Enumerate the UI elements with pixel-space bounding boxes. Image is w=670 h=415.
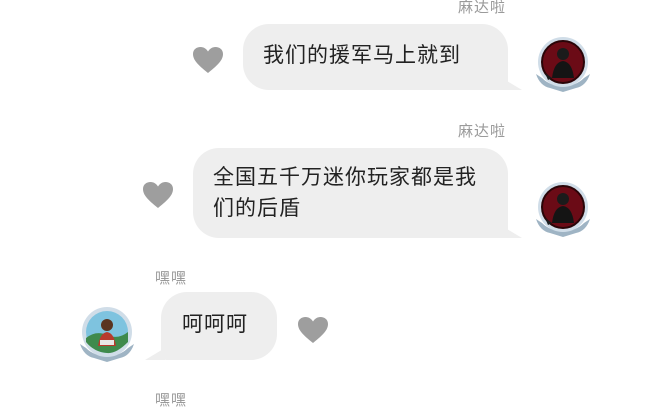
avatar[interactable] <box>532 32 594 94</box>
message-text: 呵呵呵 <box>182 312 248 336</box>
avatar[interactable] <box>532 177 594 239</box>
message-text: 我们的援军马上就到 <box>263 43 461 67</box>
bubble-tail <box>502 78 522 90</box>
sender-name: 嘿嘿 <box>155 391 188 409</box>
message-bubble[interactable]: 呵呵呵 <box>161 292 277 360</box>
sender-name: 麻达啦 <box>458 0 507 16</box>
heart-icon[interactable] <box>192 46 224 74</box>
sender-name: 麻达啦 <box>458 122 507 140</box>
heart-icon[interactable] <box>142 181 174 209</box>
sender-name: 嘿嘿 <box>155 269 188 287</box>
avatar[interactable] <box>76 302 138 364</box>
message-bubble[interactable]: 全国五千万迷你玩家都是我们的后盾 <box>193 148 508 238</box>
heart-icon[interactable] <box>297 316 329 344</box>
bubble-tail <box>502 226 522 238</box>
message-text: 全国五千万迷你玩家都是我们的后盾 <box>213 165 477 220</box>
message-bubble[interactable]: 我们的援军马上就到 <box>243 24 508 90</box>
